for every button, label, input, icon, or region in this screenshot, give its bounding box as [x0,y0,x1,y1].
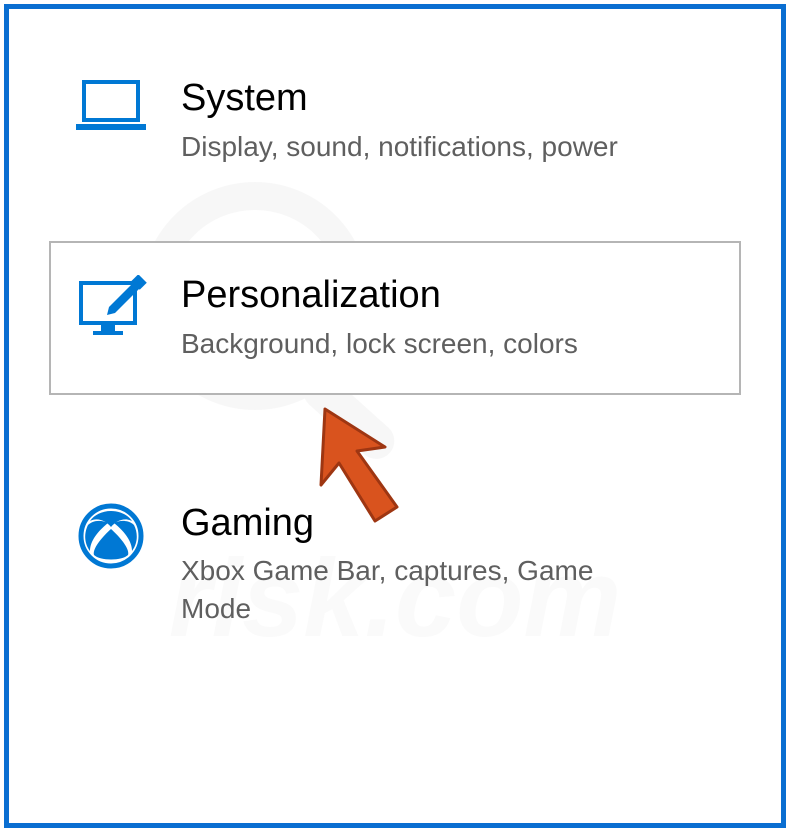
settings-item-gaming[interactable]: Gaming Xbox Game Bar, captures, Game Mod… [49,469,741,660]
personalization-icon [71,273,151,337]
item-title: Personalization [181,273,719,319]
item-title: System [181,76,719,122]
item-description: Display, sound, notifications, power [181,128,661,166]
item-description: Xbox Game Bar, captures, Game Mode [181,552,661,628]
laptop-icon [71,76,151,134]
item-description: Background, lock screen, colors [181,325,661,363]
settings-item-system[interactable]: System Display, sound, notifications, po… [49,44,741,197]
item-title: Gaming [181,501,719,547]
settings-item-personalization[interactable]: Personalization Background, lock screen,… [49,241,741,394]
xbox-icon [71,501,151,569]
settings-categories-list: System Display, sound, notifications, po… [9,9,781,680]
window-frame: risk.com System Display, sound, notifica… [4,4,786,828]
